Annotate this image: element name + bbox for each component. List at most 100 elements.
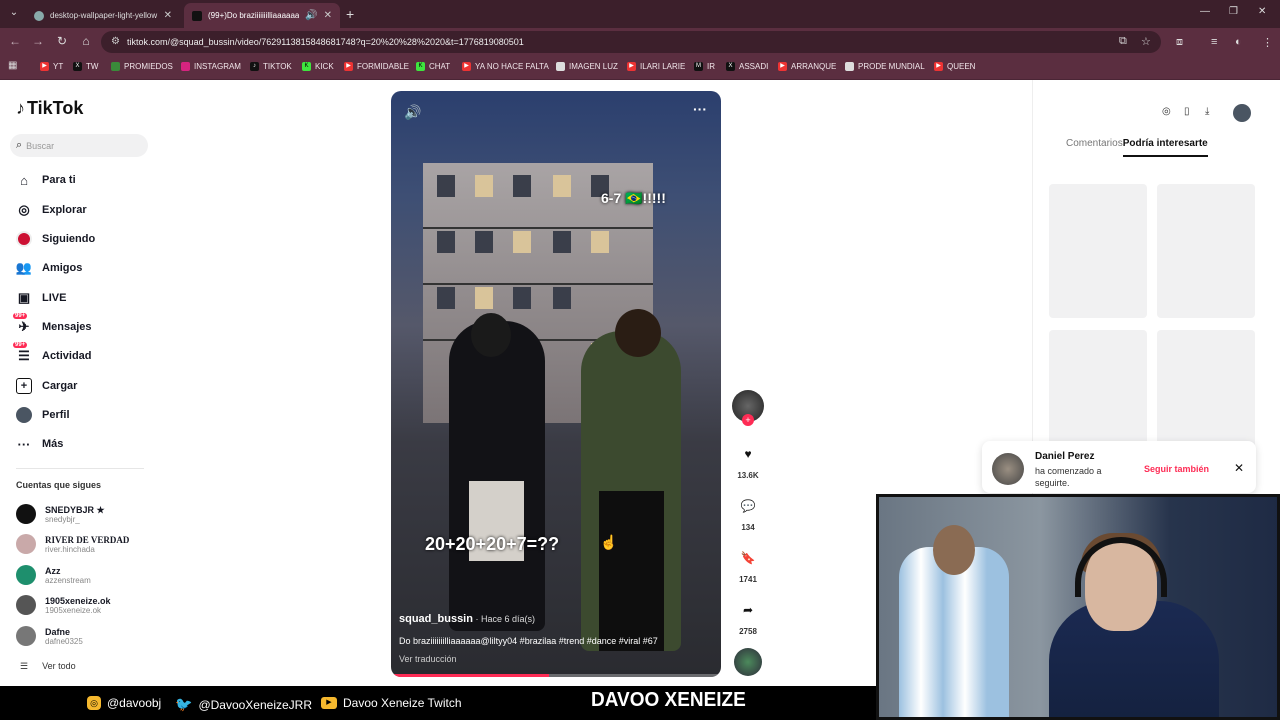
avatar (16, 626, 36, 646)
reload-icon[interactable]: ↻ (54, 34, 70, 48)
forward-arrow-icon[interactable]: → (30, 34, 46, 48)
url-text: tiktok.com/@squad_bussin/video/762911381… (127, 37, 524, 47)
bookmark-tw[interactable]: X TW (73, 62, 98, 71)
following-account[interactable]: Azz azzenstream (16, 563, 91, 587)
nav-mensajes[interactable]: ✈ 99+ Mensajes (13, 313, 92, 337)
more-dots-icon: ··· (17, 436, 31, 452)
bookmark-ilari-larie[interactable]: ▶ ILARI LARIE (627, 62, 685, 71)
nav-para-ti[interactable]: ⌂ Para ti (16, 170, 76, 190)
bookmark-imagen-luz[interactable]: IMAGEN LUZ (556, 62, 618, 71)
browser-tab-tiktok[interactable]: (99+)Do braziiiiiiilliaaaaaa@l 🔊 ✕ (184, 3, 340, 28)
notification-name: Daniel Perez (1035, 451, 1095, 462)
comment-button[interactable]: 💬 134 (732, 492, 764, 532)
bookmark-arranque[interactable]: ▶ ARRANQUE (778, 62, 836, 71)
more-options-icon[interactable]: ··· (693, 101, 707, 117)
volume-icon[interactable]: 🔊 (404, 104, 421, 121)
extensions-icon[interactable]: ⧈ (1176, 36, 1183, 49)
tab-title: (99+)Do braziiiiiiilliaaaaaa@l (208, 11, 300, 20)
bookmark-queen[interactable]: ▶ QUEEN (934, 62, 975, 71)
globe-icon (556, 62, 565, 71)
tiktok-logo[interactable]: ♪ TikTok (16, 98, 83, 119)
bookmark-icon: 🔖 (740, 551, 756, 565)
nav-actividad[interactable]: ☰ 99+ Actividad (13, 342, 92, 366)
follow-plus-icon[interactable]: + (742, 414, 754, 426)
creator-avatar[interactable]: + (732, 390, 764, 426)
back-arrow-icon[interactable]: ← (7, 34, 23, 48)
search-input[interactable]: ⌕ Buscar (10, 134, 148, 157)
profile-icon[interactable]: ◐ (1235, 36, 1242, 48)
activity-icon: ☰ 99+ (13, 342, 30, 363)
close-tab-icon[interactable]: ✕ (324, 10, 332, 21)
follow-back-button[interactable]: Seguir también (1144, 464, 1209, 474)
browser-tab-wallpaper[interactable]: desktop-wallpaper-light-yellow ✕ (26, 3, 180, 28)
bookmark-yt[interactable]: ▶ YT (40, 62, 63, 71)
globe-icon (34, 10, 44, 21)
bookmark-star-icon[interactable]: ☆ (1141, 35, 1151, 48)
bookmark-assadi[interactable]: X ASSADI (726, 62, 768, 71)
media-controls-icon[interactable]: ≡ (1211, 36, 1217, 48)
nav-amigos[interactable]: 👥 Amigos (16, 258, 82, 278)
save-button[interactable]: 🔖 1741 (732, 544, 764, 584)
suggested-video-placeholder[interactable] (1049, 184, 1147, 318)
video-author[interactable]: squad_bussin · Hace 6 día(s) (399, 613, 535, 625)
video-player[interactable]: 🔊 ··· 6-7 🇧🇷!!!!! 20+20+20+7=?? ☝ squad_… (391, 91, 721, 677)
bookmark-kick[interactable]: K KICK (302, 62, 334, 71)
youtube-icon: ▶ (462, 62, 471, 71)
nav-perfil[interactable]: Perfil (16, 405, 70, 425)
tiktok-icon: ♪ (250, 62, 259, 71)
translate-link[interactable]: Ver traducción (399, 654, 457, 664)
new-tab-plus-icon[interactable]: + (346, 6, 354, 22)
user-avatar[interactable] (1233, 104, 1251, 122)
address-bar[interactable]: ⚙ tiktok.com/@squad_bussin/video/7629113… (101, 31, 1161, 53)
speaker-icon[interactable]: 🔊 (305, 10, 317, 21)
share-arrow-icon: ➦ (742, 603, 754, 617)
bookmark-promiedos[interactable]: PROMIEDOS (111, 62, 173, 71)
phone-icon[interactable]: ▯ (1184, 106, 1190, 117)
twitter-bird-icon: 🐦 (175, 696, 193, 712)
bookmark-formidable[interactable]: ▶ FORMIDABLE (344, 62, 409, 71)
following-account[interactable]: Dafne dafne0325 (16, 624, 83, 648)
instagram-icon (181, 62, 190, 71)
site-info-icon[interactable]: ⚙ (111, 36, 120, 47)
minimize-icon[interactable]: — (1200, 6, 1210, 17)
close-tab-icon[interactable]: ✕ (164, 10, 172, 21)
bookmark-instagram[interactable]: INSTAGRAM (181, 62, 241, 71)
like-button[interactable]: ♥ 13.6K (732, 440, 764, 480)
bookmark-tiktok[interactable]: ♪ TIKTOK (250, 62, 292, 71)
avatar (992, 453, 1024, 485)
coin-icon[interactable]: ◎ (1162, 106, 1171, 117)
bookmark-ir[interactable]: M IR (694, 62, 715, 71)
see-all-link[interactable]: ☰ Ver todo (20, 661, 76, 672)
suggested-video-placeholder[interactable] (1157, 184, 1255, 318)
tab-list-chevron-icon[interactable]: ⌄ (6, 5, 22, 21)
nav-mas[interactable]: ··· Más (16, 434, 64, 454)
nav-cargar[interactable]: + Cargar (16, 376, 77, 396)
tiktok-note-icon: ♪ (16, 98, 25, 118)
home-icon[interactable]: ⌂ (78, 34, 94, 48)
music-disc-icon[interactable] (734, 648, 762, 676)
install-app-icon[interactable]: ⧉ (1119, 35, 1127, 48)
bookmark-ya-no-hace-falta[interactable]: ▶ YA NO HACE FALTA (462, 62, 549, 71)
restore-icon[interactable]: ❐ (1229, 6, 1238, 17)
tab-comentarios[interactable]: Comentarios (1066, 138, 1123, 157)
share-button[interactable]: ➦ 2758 (732, 596, 764, 636)
following-account[interactable]: 1905xeneize.ok 1905xeneize.ok (16, 593, 111, 617)
nav-siguiendo[interactable]: Siguiendo (16, 229, 95, 249)
close-icon[interactable]: ✕ (1234, 461, 1244, 475)
download-icon[interactable]: ⤓ (1205, 106, 1209, 117)
tab-podria-interesarte[interactable]: Podría interesarte (1122, 138, 1208, 157)
menu-kebab-icon[interactable]: ⋮ (1262, 36, 1273, 49)
bookmark-prode-mundial[interactable]: PRODE MUNDIAL (845, 62, 925, 71)
apps-grid-icon[interactable]: ▦ (8, 60, 17, 71)
dancer-right (581, 331, 681, 651)
following-account[interactable]: SNEDYBJR ★ snedybjr_ (16, 502, 105, 526)
video-progress-bar[interactable] (391, 674, 721, 677)
bookmark-chat[interactable]: K CHAT (416, 62, 450, 71)
close-window-icon[interactable]: ✕ (1258, 6, 1266, 17)
following-account[interactable]: RIVER DE VERDAD river.hinchada (16, 532, 129, 556)
nav-live[interactable]: ▣ LIVE (16, 288, 67, 308)
tab-title: desktop-wallpaper-light-yellow (50, 11, 158, 20)
window (513, 287, 531, 309)
nav-explorar[interactable]: ◎ Explorar (16, 200, 86, 220)
footer-instagram: ◎ @davoobj (87, 696, 161, 710)
